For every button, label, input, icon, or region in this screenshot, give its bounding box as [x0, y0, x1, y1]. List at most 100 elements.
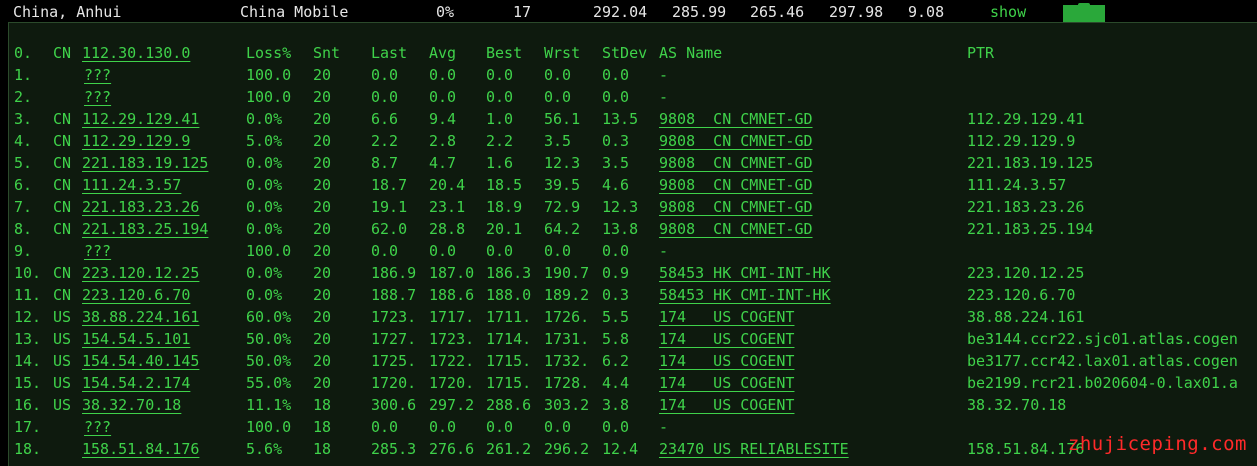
hop-best: 0.0	[486, 66, 514, 84]
hop-loss: 5.6%	[246, 440, 283, 458]
hop-as-link[interactable]: 58453 HK CMI-INT-HK	[659, 284, 831, 306]
hop-wrst: 3.5	[544, 132, 572, 150]
hop-wrst: 1726.	[544, 308, 590, 326]
table-row: 10. CN 223.120.12.25 0.0% 20 186.9 187.0 186.3 1…	[9, 262, 1257, 284]
hop-best: 186.3	[486, 264, 532, 282]
header-origin-ip[interactable]: 112.30.130.0	[82, 42, 190, 64]
hop-stdev: 0.3	[602, 286, 630, 304]
hop-stdev: 12.3	[602, 198, 639, 216]
hop-ip-link[interactable]: 154.54.2.174	[82, 372, 190, 394]
hop-ptr: 223.120.6.70	[967, 286, 1076, 304]
hop-wrst: 190.7	[544, 264, 590, 282]
hop-as-link[interactable]: 174 US COGENT	[659, 350, 794, 372]
hop-loss: 50.0%	[246, 330, 292, 348]
hop-as-link[interactable]: 9808 CN CMNET-GD	[659, 152, 813, 174]
hop-as-link[interactable]: 23470 US RELIABLESITE	[659, 438, 849, 460]
hop-snt: 20	[313, 330, 332, 348]
hop-ptr: 111.24.3.57	[967, 176, 1067, 194]
hop-ptr: be3144.ccr22.sjc01.atlas.cogen	[967, 330, 1238, 348]
hop-stdev: 3.8	[602, 396, 630, 414]
hop-ip-link[interactable]: 38.32.70.18	[82, 394, 181, 416]
hop-ip-link[interactable]: 221.183.25.194	[82, 218, 208, 240]
isp-label: China Mobile	[240, 3, 349, 21]
hop-wrst: 1732.	[544, 352, 590, 370]
hop-ip-link[interactable]: 158.51.84.176	[82, 438, 199, 460]
hop-stdev: 5.5	[602, 308, 630, 326]
hop-index: 10.	[14, 264, 42, 282]
hop-loss: 0.0%	[246, 154, 283, 172]
hop-ip-link[interactable]: ???	[84, 64, 111, 86]
hop-country: CN	[53, 198, 72, 216]
hop-country: CN	[53, 264, 72, 282]
hop-best: 18.9	[486, 198, 523, 216]
hop-wrst: 296.2	[544, 440, 590, 458]
summary-worst: 297.98	[829, 3, 884, 21]
hop-ip-link[interactable]: 111.24.3.57	[82, 174, 181, 196]
hop-as-link[interactable]: 9808 CN CMNET-GD	[659, 218, 813, 240]
hop-ptr: 112.29.129.41	[967, 110, 1085, 128]
header-snt: Snt	[313, 44, 341, 62]
hop-as-link[interactable]: 174 US COGENT	[659, 328, 794, 350]
hop-best: 1715.	[486, 352, 532, 370]
hop-as-link[interactable]: 9808 CN CMNET-GD	[659, 196, 813, 218]
hop-wrst: 1728.	[544, 374, 590, 392]
hop-loss: 100.0	[246, 88, 292, 106]
hop-as-link[interactable]: 9808 CN CMNET-GD	[659, 130, 813, 152]
summary-stdev: 9.08	[908, 3, 945, 21]
hop-ip-link[interactable]: 223.120.12.25	[82, 262, 199, 284]
hop-ptr: 221.183.25.194	[967, 220, 1094, 238]
hop-avg: 1720.	[429, 374, 475, 392]
watermark-text: zhujiceping.com	[1067, 433, 1247, 455]
hop-ip-link[interactable]: ???	[84, 416, 111, 438]
hop-stdev: 0.9	[602, 264, 630, 282]
hop-ptr: 112.29.129.9	[967, 132, 1076, 150]
show-link[interactable]: show	[990, 1, 1026, 23]
hop-stdev: 12.4	[602, 440, 639, 458]
header-loss: Loss%	[246, 44, 292, 62]
hop-as-link[interactable]: 174 US COGENT	[659, 372, 794, 394]
header-country: CN	[53, 44, 72, 62]
hop-index: 18.	[14, 440, 42, 458]
hop-ip-link[interactable]: 38.88.224.161	[82, 306, 199, 328]
hop-ip-link[interactable]: 154.54.40.145	[82, 350, 199, 372]
summary-bar: China, Anhui China Mobile 0% 17 292.04 2…	[0, 0, 1257, 23]
hop-ip-link[interactable]: 112.29.129.41	[82, 108, 199, 130]
hop-ip-link[interactable]: 223.120.6.70	[82, 284, 190, 306]
hop-best: 1.0	[486, 110, 514, 128]
hop-as-link: -	[659, 242, 669, 260]
hop-last: 0.0	[371, 418, 399, 436]
hop-as-link[interactable]: 9808 CN CMNET-GD	[659, 174, 813, 196]
hop-as-link[interactable]: 9808 CN CMNET-GD	[659, 108, 813, 130]
hop-as-link[interactable]: 174 US COGENT	[659, 306, 794, 328]
hop-wrst: 72.9	[544, 198, 581, 216]
hop-as-link[interactable]: 174 US COGENT	[659, 394, 794, 416]
hop-country: US	[53, 352, 72, 370]
hop-loss: 60.0%	[246, 308, 292, 326]
hop-avg: 276.6	[429, 440, 475, 458]
hop-snt: 20	[313, 88, 332, 106]
hop-last: 2.2	[371, 132, 399, 150]
hop-last: 0.0	[371, 66, 399, 84]
hop-ip-link[interactable]: 154.54.5.101	[82, 328, 190, 350]
hop-ip-link[interactable]: 112.29.129.9	[82, 130, 190, 152]
hop-avg: 9.4	[429, 110, 457, 128]
summary-avg: 285.99	[672, 3, 727, 21]
hop-ip-link[interactable]: ???	[84, 240, 111, 262]
hop-snt: 20	[313, 242, 332, 260]
hop-stdev: 5.8	[602, 330, 630, 348]
hop-as-link[interactable]: 58453 HK CMI-INT-HK	[659, 262, 831, 284]
table-row: 4. CN 112.29.129.9 5.0% 20 2.2 2.8 2.2 3.5 0.3 980…	[9, 130, 1257, 152]
hop-ip-link[interactable]: ???	[84, 86, 111, 108]
hop-wrst: 1731.	[544, 330, 590, 348]
hop-best: 1715.	[486, 374, 532, 392]
hop-loss: 0.0%	[246, 264, 283, 282]
hop-loss: 100.0	[246, 418, 292, 436]
hop-last: 19.1	[371, 198, 408, 216]
header-wrst: Wrst	[544, 44, 581, 62]
traceroute-panel: 0. CN 112.30.130.0 Loss% Snt Last Avg Be…	[8, 22, 1257, 466]
hop-ip-link[interactable]: 221.183.19.125	[82, 152, 208, 174]
hop-index: 1.	[14, 66, 33, 84]
hop-ip-link[interactable]: 221.183.23.26	[82, 196, 199, 218]
hop-stdev: 4.4	[602, 374, 630, 392]
show-toggle-button[interactable]	[1063, 3, 1105, 22]
